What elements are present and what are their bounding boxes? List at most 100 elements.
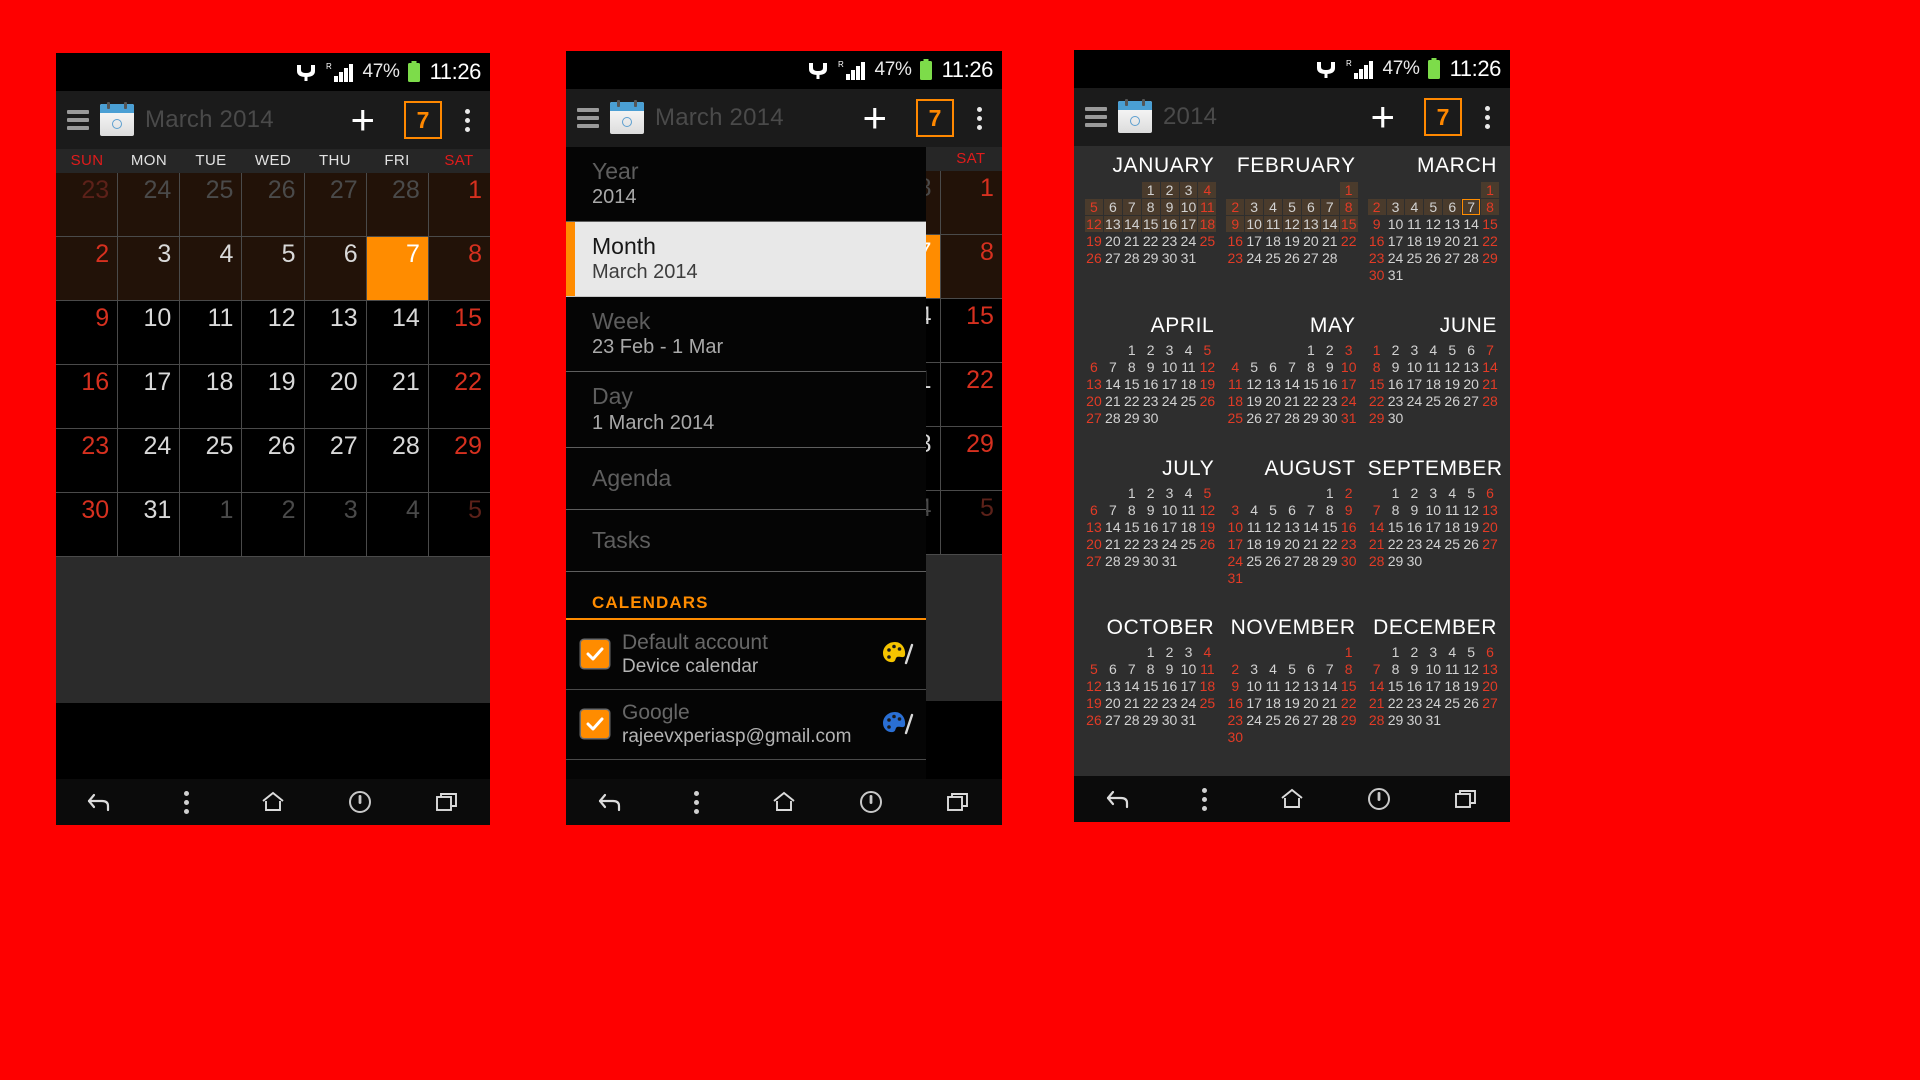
year-month-october[interactable]: OCTOBER 1 2 3 4 5 6 7 8 9 10 11 12 13 14 15 16 17 18 19 20 21… xyxy=(1080,616,1221,776)
year-day-cell[interactable]: 16 xyxy=(1321,376,1339,392)
year-day-cell[interactable]: 26 xyxy=(1085,712,1103,728)
year-day-cell[interactable]: 27 xyxy=(1104,250,1122,266)
day-cell[interactable]: 4 xyxy=(180,237,243,301)
year-day-cell[interactable]: 5 xyxy=(1283,199,1301,215)
year-day-cell[interactable]: 1 xyxy=(1302,342,1320,358)
day-cell[interactable]: 27 xyxy=(304,173,367,237)
day-cell[interactable]: 13 xyxy=(304,301,367,365)
year-day-cell[interactable]: 10 xyxy=(1161,502,1179,518)
day-cell[interactable]: 5 xyxy=(242,237,305,301)
year-day-cell[interactable]: 19 xyxy=(1264,536,1282,552)
year-day-cell[interactable]: 22 xyxy=(1387,536,1405,552)
year-day-cell[interactable]: 27 xyxy=(1085,553,1103,569)
year-day-cell[interactable]: 4 xyxy=(1424,342,1442,358)
year-day-cell[interactable]: 10 xyxy=(1179,199,1198,215)
calendar-account-row[interactable]: Default account Device calendar xyxy=(566,620,926,690)
year-day-cell[interactable]: 12 xyxy=(1462,502,1480,518)
overflow-menu-button[interactable] xyxy=(461,108,479,132)
day-cell[interactable]: 9 xyxy=(56,301,119,365)
year-day-cell[interactable]: 23 xyxy=(1161,233,1179,249)
day-cell[interactable]: 26 xyxy=(242,173,305,237)
year-day-cell[interactable]: 6 xyxy=(1481,485,1499,501)
year-day-cell[interactable]: 30 xyxy=(1405,553,1423,569)
year-day-cell[interactable]: 27 xyxy=(1302,712,1320,728)
year-day-cell[interactable]: 24 xyxy=(1180,233,1198,249)
year-day-cell[interactable]: 3 xyxy=(1424,485,1442,501)
year-day-cell[interactable]: 26 xyxy=(1198,536,1216,552)
year-day-cell[interactable]: 26 xyxy=(1462,536,1480,552)
year-day-cell[interactable]: 10 xyxy=(1226,519,1244,535)
year-day-cell[interactable]: 9 xyxy=(1405,661,1423,677)
day-cell[interactable]: 7 xyxy=(366,237,429,301)
day-cell[interactable]: 5 xyxy=(428,493,490,557)
year-day-cell[interactable]: 2 xyxy=(1226,661,1244,677)
year-day-cell[interactable]: 8 xyxy=(1141,199,1160,215)
year-day-cell[interactable]: 18 xyxy=(1180,519,1198,535)
year-day-cell[interactable]: 13 xyxy=(1085,376,1103,392)
year-day-cell[interactable]: 15 xyxy=(1368,376,1386,392)
year-day-cell[interactable]: 19 xyxy=(1283,233,1301,249)
year-day-cell[interactable]: 5 xyxy=(1462,644,1480,660)
year-day-cell[interactable]: 11 xyxy=(1405,216,1423,232)
year-day-cell[interactable]: 30 xyxy=(1340,553,1358,569)
year-day-cell[interactable]: 15 xyxy=(1387,678,1405,694)
day-cell[interactable]: 14 xyxy=(366,301,429,365)
year-day-cell[interactable]: 15 xyxy=(1481,216,1499,232)
year-day-cell[interactable]: 17 xyxy=(1405,376,1423,392)
day-cell[interactable]: 22 xyxy=(428,365,490,429)
year-day-cell[interactable]: 10 xyxy=(1245,216,1264,232)
year-day-cell[interactable]: 24 xyxy=(1387,250,1405,266)
year-day-cell[interactable]: 29 xyxy=(1321,553,1339,569)
add-event-button[interactable]: + xyxy=(1360,96,1405,139)
year-day-cell[interactable]: 27 xyxy=(1481,536,1499,552)
year-day-cell[interactable]: 9 xyxy=(1340,502,1358,518)
today-button[interactable]: 7 xyxy=(916,99,954,137)
year-day-cell[interactable]: 2 xyxy=(1387,342,1405,358)
add-event-button[interactable]: + xyxy=(852,97,897,140)
year-day-cell[interactable]: 25 xyxy=(1424,393,1442,409)
year-day-cell[interactable]: 23 xyxy=(1368,250,1386,266)
year-day-cell[interactable]: 13 xyxy=(1264,376,1282,392)
year-day-cell[interactable]: 24 xyxy=(1405,393,1423,409)
drawer-item-day[interactable]: Day 1 March 2014 xyxy=(566,372,926,448)
year-day-cell[interactable]: 24 xyxy=(1245,712,1263,728)
back-button[interactable] xyxy=(1090,776,1146,822)
year-day-cell[interactable]: 1 xyxy=(1340,644,1358,660)
menu-button[interactable] xyxy=(669,779,725,825)
day-cell[interactable]: 27 xyxy=(304,429,367,493)
year-day-cell[interactable]: 19 xyxy=(1245,393,1263,409)
year-day-cell[interactable]: 4 xyxy=(1226,359,1244,375)
year-day-cell[interactable]: 17 xyxy=(1161,376,1179,392)
year-day-cell[interactable]: 26 xyxy=(1424,250,1442,266)
year-day-cell[interactable]: 13 xyxy=(1085,519,1103,535)
calendar-account-row[interactable]: Google rajeevxperiasp@gmail.com xyxy=(566,690,926,760)
year-day-cell[interactable]: 11 xyxy=(1198,199,1217,215)
year-day-cell[interactable]: 14 xyxy=(1320,216,1339,232)
year-day-cell[interactable]: 26 xyxy=(1245,410,1263,426)
year-day-cell[interactable]: 12 xyxy=(1085,216,1103,232)
year-day-cell[interactable]: 11 xyxy=(1180,502,1198,518)
year-day-cell[interactable]: 19 xyxy=(1198,519,1216,535)
day-cell[interactable]: 2 xyxy=(56,237,119,301)
year-day-cell[interactable]: 18 xyxy=(1198,216,1217,232)
year-day-cell[interactable]: 25 xyxy=(1264,712,1282,728)
overflow-menu-button[interactable] xyxy=(1481,105,1499,129)
year-day-cell[interactable]: 12 xyxy=(1198,359,1216,375)
year-month-june[interactable]: JUNE 1 2 3 4 5 6 7 8 9 10 11 12 13 14 15 16 17 18 19 20 21 22 2… xyxy=(1363,314,1504,457)
year-day-cell[interactable]: 27 xyxy=(1302,250,1320,266)
year-day-cell[interactable]: 21 xyxy=(1462,233,1480,249)
year-day-cell[interactable]: 6 xyxy=(1104,661,1122,677)
year-day-cell[interactable]: 22 xyxy=(1123,536,1141,552)
year-day-cell[interactable]: 30 xyxy=(1387,410,1405,426)
recents-button[interactable] xyxy=(1438,776,1494,822)
year-day-cell[interactable]: 20 xyxy=(1085,536,1103,552)
year-day-cell[interactable]: 6 xyxy=(1085,359,1103,375)
year-day-cell[interactable]: 1 xyxy=(1368,342,1386,358)
year-day-cell[interactable]: 1 xyxy=(1387,644,1405,660)
day-cell[interactable]: 15 xyxy=(428,301,490,365)
year-day-cell[interactable]: 7 xyxy=(1122,199,1141,215)
year-day-cell[interactable]: 6 xyxy=(1103,199,1122,215)
day-cell[interactable]: 23 xyxy=(56,173,119,237)
year-day-cell[interactable]: 9 xyxy=(1321,359,1339,375)
year-day-cell[interactable]: 3 xyxy=(1340,342,1358,358)
